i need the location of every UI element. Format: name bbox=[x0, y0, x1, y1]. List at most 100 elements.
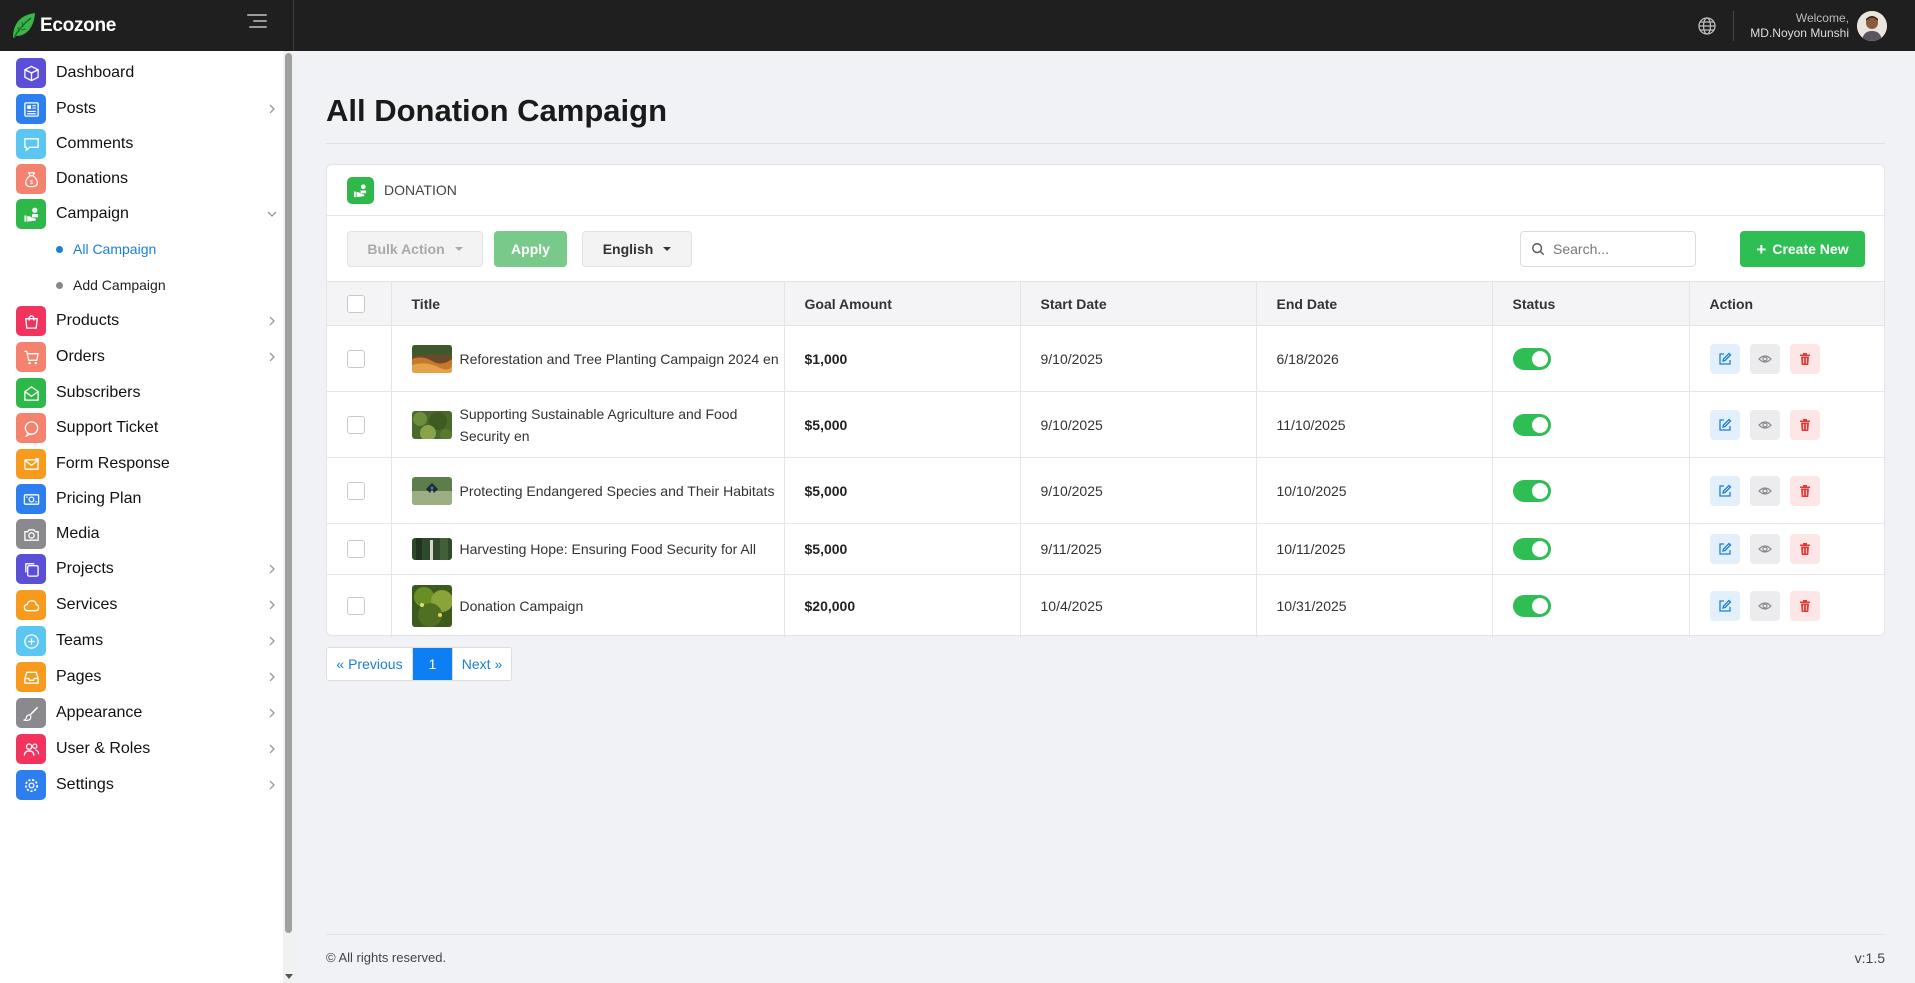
header-goal-amount[interactable]: Goal Amount bbox=[784, 281, 1021, 326]
edit-icon bbox=[1718, 352, 1731, 365]
row-checkbox[interactable] bbox=[347, 415, 365, 434]
svg-text:$: $ bbox=[29, 180, 33, 186]
apply-button[interactable]: Apply bbox=[494, 231, 567, 267]
sidebar-item-settings[interactable]: Settings bbox=[16, 770, 278, 800]
start-date: 9/11/2025 bbox=[1020, 523, 1257, 575]
status-toggle[interactable] bbox=[1512, 538, 1551, 560]
sidebar-item-appearance[interactable]: Appearance bbox=[16, 698, 278, 728]
scroll-down-arrow-icon[interactable] bbox=[285, 974, 293, 979]
sidebar-item-orders[interactable]: Orders bbox=[16, 342, 278, 372]
view-button[interactable] bbox=[1749, 534, 1780, 564]
sidebar-item-subscribers[interactable]: Subscribers bbox=[16, 378, 278, 408]
bullet-icon bbox=[56, 281, 63, 289]
campaign-table: Title Goal Amount Start Date End Date St… bbox=[327, 281, 1884, 638]
action-cell bbox=[1689, 391, 1884, 458]
chevron-right-icon bbox=[269, 636, 275, 646]
user-greeting: Welcome, MD.Noyon Munshi bbox=[1750, 11, 1849, 41]
search-input[interactable] bbox=[1553, 241, 1683, 257]
delete-button[interactable] bbox=[1789, 343, 1820, 374]
edit-button[interactable] bbox=[1709, 409, 1740, 440]
create-new-label: Create New bbox=[1772, 241, 1849, 257]
delete-button[interactable] bbox=[1789, 534, 1820, 564]
avatar[interactable] bbox=[1857, 10, 1887, 41]
edit-button[interactable] bbox=[1709, 475, 1740, 506]
sidebar-item-services[interactable]: Services bbox=[16, 590, 278, 620]
campaign-thumbnail bbox=[411, 476, 452, 505]
sidebar-item-label: Pricing Plan bbox=[56, 490, 142, 507]
hand-user-icon bbox=[16, 199, 46, 229]
row-checkbox[interactable] bbox=[347, 349, 365, 368]
sidebar-subitem-all-campaign[interactable]: All Campaign bbox=[56, 238, 156, 260]
create-new-button[interactable]: + Create New bbox=[1740, 231, 1865, 267]
chevron-right-icon bbox=[269, 780, 275, 790]
sidebar-scrollbar[interactable] bbox=[283, 51, 294, 983]
sidebar-subitem-add-campaign[interactable]: Add Campaign bbox=[56, 274, 166, 296]
status-toggle[interactable] bbox=[1512, 347, 1551, 370]
plus-icon: + bbox=[1756, 239, 1767, 259]
sidebar-item-support-ticket[interactable]: Support Ticket bbox=[16, 413, 278, 443]
sidebar-item-label: Projects bbox=[56, 560, 114, 577]
status-toggle[interactable] bbox=[1512, 413, 1551, 436]
goal-amount: $1,000 bbox=[784, 325, 1021, 392]
view-button[interactable] bbox=[1749, 475, 1780, 506]
sidebar: Dashboard Posts Comments $ Donations Campaign… bbox=[0, 51, 294, 983]
eye-icon bbox=[1757, 486, 1772, 495]
status-toggle[interactable] bbox=[1512, 479, 1551, 502]
status-cell bbox=[1492, 523, 1690, 575]
sidebar-item-projects[interactable]: Projects bbox=[16, 554, 278, 584]
mail-icon bbox=[16, 449, 46, 479]
sidebar-item-pages[interactable]: Pages bbox=[16, 662, 278, 692]
bulk-action-label: Bulk Action bbox=[367, 241, 445, 257]
view-button[interactable] bbox=[1749, 591, 1780, 622]
status-cell bbox=[1492, 391, 1690, 458]
row-checkbox[interactable] bbox=[347, 597, 365, 616]
sidebar-item-posts[interactable]: Posts bbox=[16, 94, 278, 124]
sidebar-item-donations[interactable]: $ Donations bbox=[16, 164, 278, 194]
bulk-action-dropdown[interactable]: Bulk Action bbox=[347, 231, 483, 267]
globe-icon[interactable] bbox=[1697, 16, 1717, 36]
sidebar-item-pricing-plan[interactable]: Pricing Plan bbox=[16, 484, 278, 514]
chevron-right-icon bbox=[269, 316, 275, 326]
delete-button[interactable] bbox=[1789, 591, 1820, 622]
header-start-date[interactable]: Start Date bbox=[1020, 281, 1257, 326]
delete-button[interactable] bbox=[1789, 475, 1820, 506]
campaign-title: Harvesting Hope: Ensuring Food Security … bbox=[459, 541, 756, 557]
campaign-title: Protecting Endangered Species and Their … bbox=[459, 482, 775, 499]
edit-button[interactable] bbox=[1709, 343, 1740, 374]
copyright-text: © All rights reserved. bbox=[326, 950, 447, 965]
title-cell: Harvesting Hope: Ensuring Food Security … bbox=[391, 523, 785, 575]
sidebar-item-media[interactable]: Media bbox=[16, 519, 278, 549]
delete-button[interactable] bbox=[1789, 409, 1820, 440]
row-checkbox[interactable] bbox=[347, 540, 365, 559]
row-checkbox[interactable] bbox=[347, 481, 365, 500]
sidebar-subitem-label: All Campaign bbox=[73, 241, 157, 257]
plus-circle-icon bbox=[16, 626, 46, 656]
edit-button[interactable] bbox=[1709, 534, 1740, 564]
scrollbar-thumb[interactable] bbox=[285, 53, 292, 933]
sidebar-item-comments[interactable]: Comments bbox=[16, 129, 278, 159]
sidebar-item-form-response[interactable]: Form Response bbox=[16, 449, 278, 479]
sidebar-item-dashboard[interactable]: Dashboard bbox=[16, 58, 278, 88]
status-toggle[interactable] bbox=[1512, 595, 1551, 618]
menu-toggle-icon[interactable] bbox=[247, 14, 267, 30]
previous-page-link[interactable]: « Previous bbox=[327, 648, 413, 680]
page-1-link[interactable]: 1 bbox=[413, 648, 452, 680]
sidebar-item-campaign[interactable]: Campaign bbox=[16, 199, 278, 229]
view-button[interactable] bbox=[1749, 343, 1780, 374]
caret-down-icon bbox=[663, 247, 672, 251]
header-title[interactable]: Title bbox=[391, 281, 785, 326]
sidebar-item-label: Posts bbox=[56, 100, 97, 117]
edit-button[interactable] bbox=[1709, 591, 1740, 622]
table-header-row: Title Goal Amount Start Date End Date St… bbox=[327, 281, 1884, 326]
language-dropdown[interactable]: English bbox=[582, 231, 692, 267]
header-end-date[interactable]: End Date bbox=[1256, 281, 1493, 326]
next-page-link[interactable]: Next » bbox=[452, 648, 511, 680]
sidebar-item-user-roles[interactable]: User & Roles bbox=[16, 734, 278, 764]
row-select-cell bbox=[327, 391, 392, 458]
row-select-cell bbox=[327, 457, 392, 524]
select-all-checkbox[interactable] bbox=[347, 294, 365, 313]
view-button[interactable] bbox=[1749, 409, 1780, 440]
sidebar-item-products[interactable]: Products bbox=[16, 306, 278, 336]
brand-name: Ecozone bbox=[40, 14, 117, 36]
sidebar-item-teams[interactable]: Teams bbox=[16, 626, 278, 656]
